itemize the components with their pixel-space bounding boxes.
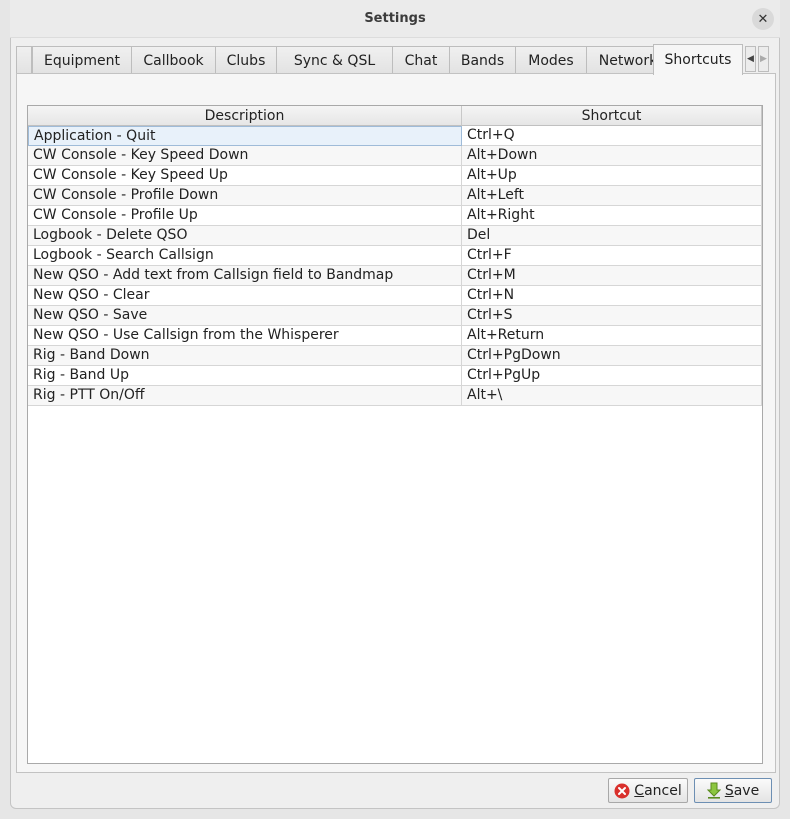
cell-description[interactable]: Rig - Band Up: [28, 366, 462, 386]
tab-shortcuts[interactable]: Shortcuts: [653, 44, 743, 75]
cell-shortcut[interactable]: Ctrl+N: [462, 286, 762, 306]
save-label: Save: [724, 782, 760, 799]
cell-description[interactable]: New QSO - Save: [28, 306, 462, 326]
cell-shortcut[interactable]: Ctrl+M: [462, 266, 762, 286]
cell-shortcut[interactable]: Alt+Left: [462, 186, 762, 206]
table-header: Description Shortcut: [28, 106, 762, 126]
save-button[interactable]: Save: [694, 778, 772, 803]
column-header-shortcut[interactable]: Shortcut: [462, 106, 762, 126]
tab-scroll-left-button[interactable]: ◀: [745, 46, 756, 72]
table-row[interactable]: Rig - Band Down Ctrl+PgDown: [28, 346, 762, 366]
table-row[interactable]: CW Console - Profile Down Alt+Left: [28, 186, 762, 206]
tab-label: Clubs: [226, 52, 266, 69]
cell-description[interactable]: Rig - PTT On/Off: [28, 386, 462, 406]
cell-description[interactable]: Logbook - Delete QSO: [28, 226, 462, 246]
tab-modes[interactable]: Modes: [515, 46, 587, 74]
cell-shortcut[interactable]: Ctrl+Q: [462, 126, 762, 146]
tab-chat[interactable]: Chat: [392, 46, 450, 74]
close-icon: ✕: [757, 11, 769, 27]
tab-label: Equipment: [44, 52, 120, 69]
table-row[interactable]: Rig - PTT On/Off Alt+\: [28, 386, 762, 406]
column-header-description[interactable]: Description: [28, 106, 462, 126]
cell-shortcut[interactable]: Ctrl+PgUp: [462, 366, 762, 386]
cell-shortcut[interactable]: Ctrl+S: [462, 306, 762, 326]
cell-description[interactable]: Logbook - Search Callsign: [28, 246, 462, 266]
tab-label: Callbook: [143, 52, 204, 69]
tab-label: Modes: [528, 52, 574, 69]
cell-shortcut[interactable]: Del: [462, 226, 762, 246]
cell-description[interactable]: New QSO - Clear: [28, 286, 462, 306]
cell-description[interactable]: Application - Quit: [28, 126, 462, 146]
table-row[interactable]: CW Console - Key Speed Down Alt+Down: [28, 146, 762, 166]
cancel-label: Cancel: [634, 782, 682, 799]
table-row[interactable]: CW Console - Key Speed Up Alt+Up: [28, 166, 762, 186]
cell-shortcut[interactable]: Alt+Return: [462, 326, 762, 346]
table-row[interactable]: Logbook - Delete QSO Del: [28, 226, 762, 246]
cell-description[interactable]: CW Console - Key Speed Down: [28, 146, 462, 166]
tab-equipment[interactable]: Equipment: [32, 46, 132, 74]
tab-sync-qsl[interactable]: Sync & QSL: [276, 46, 393, 74]
table-row[interactable]: New QSO - Clear Ctrl+N: [28, 286, 762, 306]
cell-description[interactable]: CW Console - Key Speed Up: [28, 166, 462, 186]
tab-label: Bands: [460, 52, 505, 69]
cell-shortcut[interactable]: Alt+Down: [462, 146, 762, 166]
tab-hidden-partial[interactable]: [16, 46, 32, 74]
cell-shortcut[interactable]: Ctrl+F: [462, 246, 762, 266]
cell-description[interactable]: New QSO - Use Callsign from the Whispere…: [28, 326, 462, 346]
cell-shortcut[interactable]: Ctrl+PgDown: [462, 346, 762, 366]
table-row[interactable]: CW Console - Profile Up Alt+Right: [28, 206, 762, 226]
tab-label: Network: [598, 52, 658, 69]
tab-scroll-right-button[interactable]: ▶: [758, 46, 769, 72]
tab-bands[interactable]: Bands: [449, 46, 516, 74]
close-button[interactable]: ✕: [752, 8, 774, 30]
cell-description[interactable]: Rig - Band Down: [28, 346, 462, 366]
save-arrow-icon: [706, 782, 721, 799]
table-row[interactable]: Application - Quit Ctrl+Q: [28, 126, 762, 146]
title-bar: Settings ✕: [10, 0, 780, 38]
tab-label: Chat: [404, 52, 438, 69]
tab-callbook[interactable]: Callbook: [131, 46, 216, 74]
tab-label: Shortcuts: [664, 52, 732, 68]
cancel-icon: [614, 783, 630, 798]
chevron-right-icon: ▶: [760, 54, 767, 64]
cell-shortcut[interactable]: Alt+\: [462, 386, 762, 406]
window-title: Settings: [364, 11, 426, 26]
tab-clubs[interactable]: Clubs: [215, 46, 277, 74]
table-row[interactable]: New QSO - Use Callsign from the Whispere…: [28, 326, 762, 346]
cell-shortcut[interactable]: Alt+Up: [462, 166, 762, 186]
chevron-left-icon: ◀: [747, 54, 754, 64]
tab-label: Sync & QSL: [293, 52, 376, 69]
cell-shortcut[interactable]: Alt+Right: [462, 206, 762, 226]
table-row[interactable]: Rig - Band Up Ctrl+PgUp: [28, 366, 762, 386]
table-row[interactable]: New QSO - Add text from Callsign field t…: [28, 266, 762, 286]
cell-description[interactable]: New QSO - Add text from Callsign field t…: [28, 266, 462, 286]
cell-description[interactable]: CW Console - Profile Down: [28, 186, 462, 206]
table-row[interactable]: Logbook - Search Callsign Ctrl+F: [28, 246, 762, 266]
cell-description[interactable]: CW Console - Profile Up: [28, 206, 462, 226]
shortcuts-table[interactable]: Description Shortcut Application - Quit C…: [27, 105, 763, 764]
table-row[interactable]: New QSO - Save Ctrl+S: [28, 306, 762, 326]
cancel-button[interactable]: Cancel: [608, 778, 688, 803]
